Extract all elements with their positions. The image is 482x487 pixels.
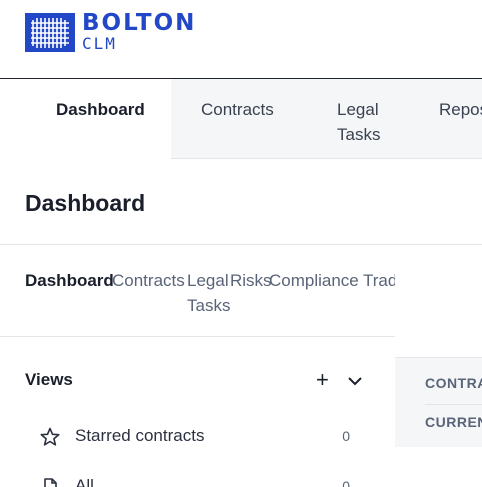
top-nav-item-legal-tasks[interactable]: Legal Tasks xyxy=(337,97,380,147)
contracts-summary-panel: CONTRA CURREN xyxy=(395,357,482,447)
view-item-count: 0 xyxy=(342,478,350,487)
view-item-all[interactable]: All 0 xyxy=(40,474,360,487)
top-nav: Dashboard Contracts Legal Tasks Repos xyxy=(0,79,482,159)
document-icon xyxy=(40,477,60,487)
panel-header-contracts: CONTRA xyxy=(425,375,482,391)
panel-row-current[interactable]: CURREN xyxy=(425,414,482,430)
sub-tab-compliance[interactable]: Compliance xyxy=(269,268,359,293)
add-view-icon[interactable]: + xyxy=(316,369,334,391)
app-header: BOLTON CLM xyxy=(0,0,482,78)
star-icon xyxy=(40,427,60,447)
views-title: Views xyxy=(25,370,73,389)
logo-text: BOLTON CLM xyxy=(82,12,196,52)
logo-mark xyxy=(25,12,75,52)
sub-tab-legal-tasks[interactable]: Legal Tasks xyxy=(187,268,230,318)
sub-tab-dashboard[interactable]: Dashboard xyxy=(25,268,114,293)
divider xyxy=(0,336,395,337)
sub-tab-risks[interactable]: Risks xyxy=(230,268,272,293)
divider xyxy=(0,244,482,245)
page-title: Dashboard xyxy=(25,190,146,216)
sub-tab-trad[interactable]: Trad xyxy=(363,268,395,293)
top-nav-item-repos[interactable]: Repos xyxy=(439,97,482,122)
logo-sub: CLM xyxy=(82,34,117,53)
logo[interactable]: BOLTON CLM xyxy=(25,12,196,52)
divider xyxy=(425,404,482,405)
logo-name: BOLTON xyxy=(82,10,197,36)
sub-tabs: Dashboard Contracts Legal Tasks Risks Co… xyxy=(25,268,395,318)
sub-tab-contracts[interactable]: Contracts xyxy=(112,268,185,293)
view-item-starred-contracts[interactable]: Starred contracts 0 xyxy=(40,424,360,454)
chevron-down-icon[interactable] xyxy=(346,372,364,390)
top-nav-item-dashboard[interactable]: Dashboard xyxy=(56,97,145,122)
view-item-count: 0 xyxy=(342,428,350,444)
view-item-label: Starred contracts xyxy=(75,426,205,445)
top-nav-item-contracts[interactable]: Contracts xyxy=(201,97,274,122)
view-item-label: All xyxy=(75,476,94,487)
